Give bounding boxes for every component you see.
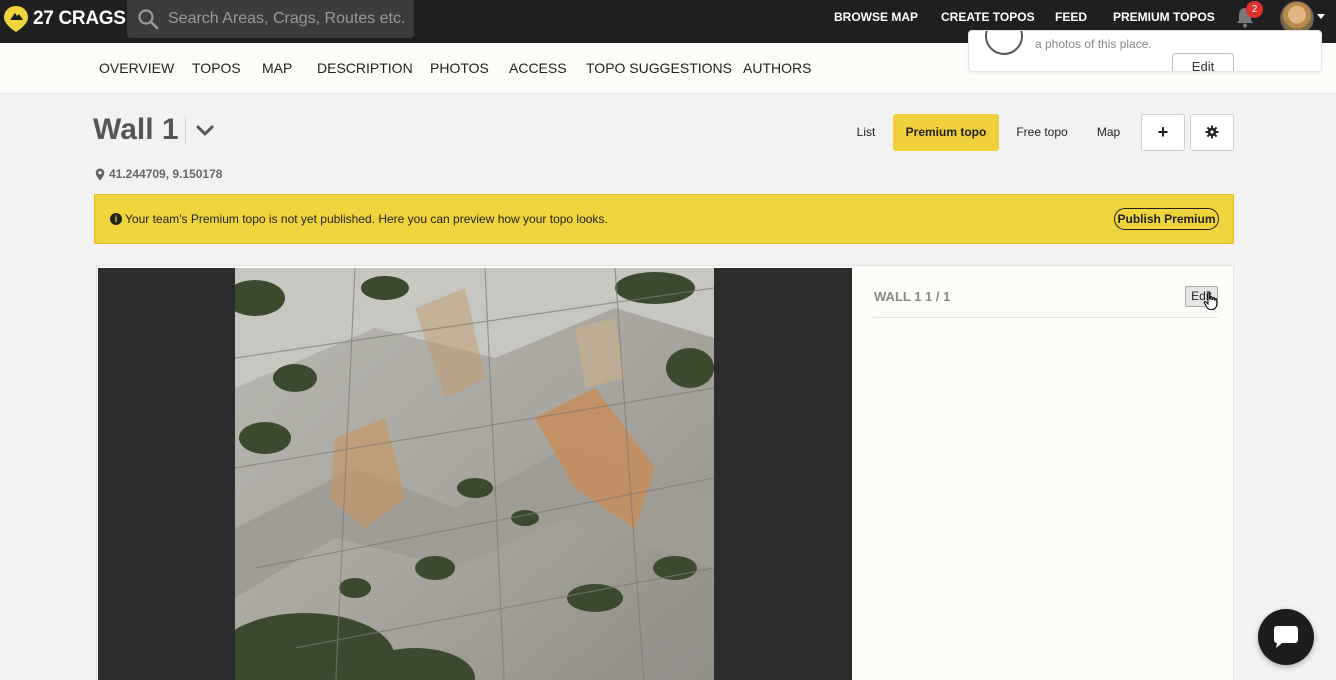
search-box bbox=[127, 0, 414, 38]
tab-description[interactable]: DESCRIPTION bbox=[317, 60, 413, 76]
settings-button[interactable] bbox=[1190, 114, 1234, 151]
hand-cursor-icon bbox=[1203, 291, 1218, 310]
chevron-down-icon[interactable] bbox=[195, 122, 215, 140]
tab-overview[interactable]: OVERVIEW bbox=[99, 60, 174, 76]
tab-access[interactable]: ACCESS bbox=[509, 60, 567, 76]
map-pin-icon bbox=[95, 168, 105, 180]
popover-text: a photos of this place. bbox=[1035, 37, 1152, 51]
topo-photo[interactable] bbox=[235, 268, 714, 680]
add-button[interactable]: + bbox=[1141, 114, 1185, 151]
logo[interactable]: 27 CRAGS bbox=[0, 4, 126, 34]
cliff-photo-image bbox=[235, 268, 714, 680]
nav-browse-map[interactable]: BROWSE MAP bbox=[834, 10, 918, 24]
chat-icon bbox=[1274, 626, 1298, 648]
chevron-down-icon[interactable] bbox=[1317, 14, 1325, 19]
view-map-button[interactable]: Map bbox=[1086, 114, 1131, 151]
gear-icon bbox=[1205, 125, 1219, 139]
tab-photos[interactable]: PHOTOS bbox=[430, 60, 489, 76]
page-title: Wall 1 bbox=[93, 113, 179, 146]
nav-create-topos[interactable]: CREATE TOPOS bbox=[941, 10, 1035, 24]
info-icon: i bbox=[110, 213, 122, 225]
notification-badge: 2 bbox=[1246, 1, 1263, 18]
sidebar-divider bbox=[873, 317, 1218, 318]
logo-text: 27 CRAGS bbox=[33, 8, 126, 29]
tab-topos[interactable]: TOPOS bbox=[192, 60, 241, 76]
coordinates-text: 41.244709, 9.150178 bbox=[109, 167, 223, 181]
search-input[interactable] bbox=[168, 10, 408, 28]
photo-icon bbox=[985, 31, 1023, 55]
view-list-button[interactable]: List bbox=[847, 114, 885, 151]
coordinates: 41.244709, 9.150178 bbox=[95, 167, 222, 181]
logo-pin-icon bbox=[4, 6, 28, 32]
tab-map[interactable]: MAP bbox=[262, 60, 292, 76]
topo-photo-viewer[interactable] bbox=[98, 268, 852, 680]
popover-edit-button[interactable]: Edit bbox=[1172, 53, 1234, 71]
notification-popover: a photos of this place. Edit bbox=[968, 30, 1322, 72]
view-premium-topo-button[interactable]: Premium topo bbox=[893, 114, 999, 151]
banner-text: Your team's Premium topo is not yet publ… bbox=[125, 212, 608, 226]
tab-topo-suggestions[interactable]: TOPO SUGGESTIONS bbox=[586, 60, 732, 76]
publish-premium-button[interactable]: Publish Premium bbox=[1114, 208, 1219, 230]
tab-authors[interactable]: AUTHORS bbox=[743, 60, 811, 76]
topo-sidebar-title: WALL 1 1 / 1 bbox=[874, 289, 951, 304]
unpublished-banner: i Your team's Premium topo is not yet pu… bbox=[94, 194, 1234, 244]
topo-panel: WALL 1 1 / 1 Edit bbox=[96, 265, 1234, 680]
chat-button[interactable] bbox=[1258, 609, 1314, 665]
search-icon bbox=[138, 9, 159, 30]
nav-feed[interactable]: FEED bbox=[1055, 10, 1087, 24]
nav-premium-topos[interactable]: PREMIUM TOPOS bbox=[1113, 10, 1215, 24]
title-divider bbox=[185, 117, 186, 145]
view-free-topo-button[interactable]: Free topo bbox=[1008, 114, 1076, 151]
